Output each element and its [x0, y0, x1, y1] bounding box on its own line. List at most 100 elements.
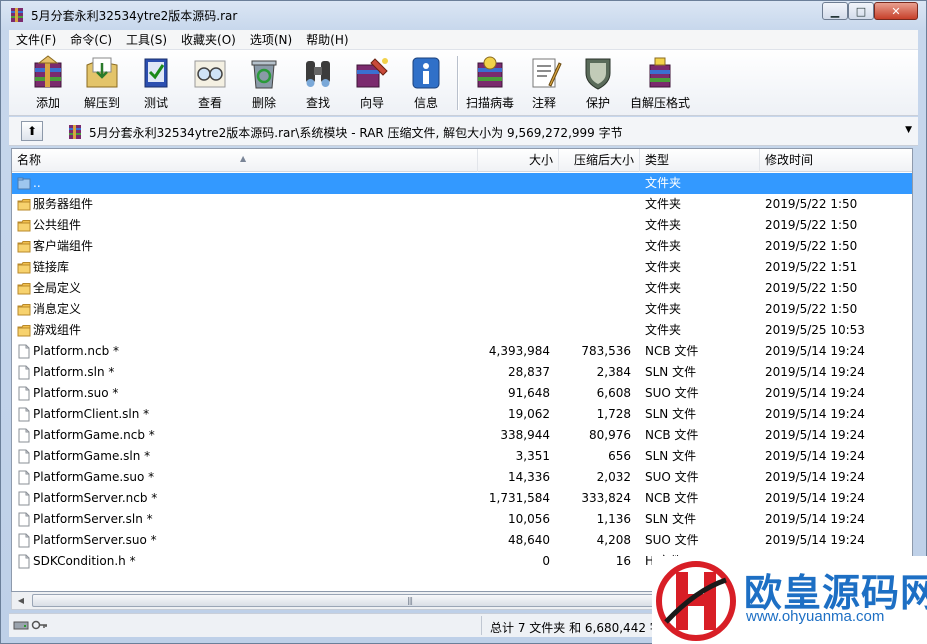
menu-help[interactable]: 帮助(H): [299, 30, 355, 50]
folder-icon: [17, 304, 31, 316]
parent-folder-row[interactable]: .. 文件夹: [12, 173, 912, 194]
file-name: 游戏组件: [33, 323, 82, 337]
drive-icon[interactable]: [13, 619, 29, 631]
file-row[interactable]: PlatformServer.sln * 10,056 1,136 SLN 文件 201…: [12, 509, 912, 530]
file-row[interactable]: 客户端组件 文件夹 2019/5/22 1:50: [12, 236, 912, 257]
watermark-logo-icon: [656, 561, 736, 641]
file-icon: [18, 386, 30, 401]
comment-button[interactable]: 注释: [517, 50, 571, 112]
file-packed-size: 656: [608, 449, 631, 463]
file-row[interactable]: PlatformGame.sln * 3,351 656 SLN 文件 2019/5/1…: [12, 446, 912, 467]
archive-path[interactable]: 5月分套永利32534ytre2版本源码.rar\系统模块 - RAR 压缩文件…: [89, 124, 623, 141]
chevron-down-icon[interactable]: ▼: [905, 125, 912, 135]
extract-to-button[interactable]: 解压到: [75, 50, 129, 112]
file-modified: 2019/5/14 19:24: [765, 449, 865, 463]
file-modified: 2019/5/14 19:24: [765, 344, 865, 358]
file-row[interactable]: 游戏组件 文件夹 2019/5/25 10:53: [12, 320, 912, 341]
key-icon[interactable]: [31, 619, 49, 631]
add-books-icon: [34, 55, 62, 88]
file-modified: 2019/5/14 19:24: [765, 428, 865, 442]
wizard-label: 向导: [359, 96, 384, 110]
scroll-left-icon[interactable]: ◀: [13, 593, 29, 608]
file-type: SLN 文件: [645, 449, 697, 463]
file-row[interactable]: PlatformServer.suo * 48,640 4,208 SUO 文件 201…: [12, 530, 912, 551]
file-row[interactable]: 消息定义 文件夹 2019/5/22 1:50: [12, 299, 912, 320]
file-modified: 2019/5/22 1:50: [765, 281, 858, 295]
column-modified[interactable]: 修改时间: [760, 149, 912, 172]
title-bar[interactable]: 5月分套永利32534ytre2版本源码.rar ▁ □ ✕: [1, 1, 926, 29]
close-button[interactable]: ✕: [874, 2, 918, 20]
up-folder-button[interactable]: ⬆: [21, 121, 43, 141]
column-type-label: 类型: [645, 153, 670, 167]
protect-button[interactable]: 保护: [571, 50, 625, 112]
folder-icon: [17, 262, 31, 274]
folder-icon: [17, 241, 31, 253]
file-name: Platform.ncb *: [33, 344, 120, 358]
virus-scan-icon: [477, 56, 503, 88]
file-type: SLN 文件: [645, 365, 697, 379]
file-packed-size: 2,384: [596, 365, 631, 379]
file-icon: [18, 344, 30, 359]
file-size: 91,648: [508, 386, 550, 400]
file-row[interactable]: 服务器组件 文件夹 2019/5/22 1:50: [12, 194, 912, 215]
column-size[interactable]: 大小: [478, 149, 559, 172]
menu-options[interactable]: 选项(N): [243, 30, 299, 50]
up-arrow-icon: ⬆: [26, 124, 38, 138]
sfx-button[interactable]: 自解压格式: [625, 50, 695, 112]
file-row[interactable]: Platform.sln * 28,837 2,384 SLN 文件 2019/5/14…: [12, 362, 912, 383]
file-icon: [18, 512, 30, 527]
file-type: 文件夹: [645, 218, 682, 232]
file-packed-size: 4,208: [596, 533, 631, 547]
watermark-url: www.ohyuanma.com: [746, 608, 885, 625]
sort-arrow-icon: ▲: [240, 154, 247, 163]
file-row[interactable]: PlatformGame.suo * 14,336 2,032 SUO 文件 2019/…: [12, 467, 912, 488]
file-row[interactable]: 全局定义 文件夹 2019/5/22 1:50: [12, 278, 912, 299]
column-size-label: 大小: [528, 153, 553, 167]
wizard-button[interactable]: 向导: [345, 50, 399, 112]
file-row[interactable]: Platform.ncb * 4,393,984 783,536 NCB 文件 2019…: [12, 341, 912, 362]
file-type: SLN 文件: [645, 407, 697, 421]
file-modified: 2019/5/14 19:24: [765, 491, 865, 505]
file-type: SUO 文件: [645, 533, 699, 547]
menu-favorites[interactable]: 收藏夹(O): [174, 30, 243, 50]
grip-icon: |||: [407, 596, 413, 605]
file-row[interactable]: Platform.suo * 91,648 6,608 SUO 文件 2019/5/14…: [12, 383, 912, 404]
file-row[interactable]: 链接库 文件夹 2019/5/22 1:51: [12, 257, 912, 278]
test-button[interactable]: 测试: [129, 50, 183, 112]
maximize-button[interactable]: □: [848, 2, 874, 20]
view-button[interactable]: 查看: [183, 50, 237, 112]
file-size: 4,393,984: [488, 344, 550, 358]
column-name[interactable]: 名称 ▲: [12, 149, 478, 172]
virus-scan-button[interactable]: 扫描病毒: [463, 50, 517, 112]
folder-icon: [17, 283, 31, 295]
file-row[interactable]: PlatformClient.sln * 19,062 1,728 SLN 文件 201…: [12, 404, 912, 425]
file-type: SLN 文件: [645, 512, 697, 526]
file-type: SUO 文件: [645, 470, 699, 484]
menu-commands[interactable]: 命令(C): [63, 30, 119, 50]
add-button[interactable]: 添加: [21, 50, 75, 112]
minimize-button[interactable]: ▁: [822, 2, 848, 20]
file-modified: 2019/5/25 10:53: [765, 323, 865, 337]
file-type: NCB 文件: [645, 428, 699, 442]
maximize-icon: □: [855, 4, 867, 18]
file-row[interactable]: PlatformGame.ncb * 338,944 80,976 NCB 文件 201…: [12, 425, 912, 446]
delete-button[interactable]: 删除: [237, 50, 291, 112]
find-button[interactable]: 查找: [291, 50, 345, 112]
file-modified: 2019/5/22 1:50: [765, 197, 858, 211]
window-controls: ▁ □ ✕: [822, 2, 918, 20]
file-row[interactable]: 公共组件 文件夹 2019/5/22 1:50: [12, 215, 912, 236]
info-button[interactable]: 信息: [399, 50, 453, 112]
file-type: 文件夹: [645, 281, 682, 295]
column-packed[interactable]: 压缩后大小: [559, 149, 640, 172]
menu-tools[interactable]: 工具(S): [119, 30, 174, 50]
menu-file[interactable]: 文件(F): [9, 30, 63, 50]
protect-label: 保护: [585, 96, 610, 110]
close-icon: ✕: [891, 4, 901, 18]
file-icon: [18, 491, 30, 506]
extract-to-label: 解压到: [83, 96, 120, 110]
file-row[interactable]: PlatformServer.ncb * 1,731,584 333,824 NCB …: [12, 488, 912, 509]
file-icon: [18, 470, 30, 485]
column-type[interactable]: 类型: [640, 149, 760, 172]
file-size: 1,731,584: [488, 491, 550, 505]
protect-shield-icon: [585, 58, 611, 90]
